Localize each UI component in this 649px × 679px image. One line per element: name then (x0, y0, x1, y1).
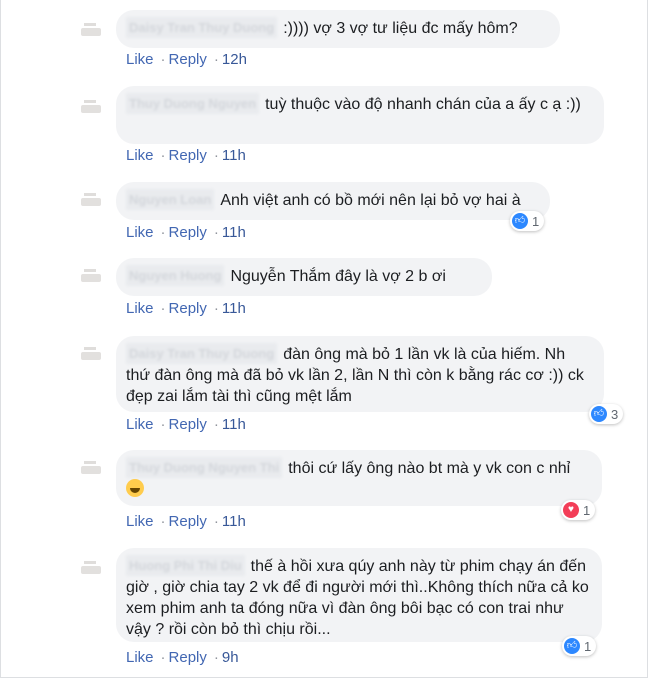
reply-button[interactable]: Reply (169, 51, 207, 68)
comment-text: Nguyễn Thắm đây là vợ 2 b ơi (230, 268, 446, 285)
comment-bubble: Nguyen Huong Nguyễn Thắm đây là vợ 2 b ơi (116, 258, 492, 296)
reply-button[interactable]: Reply (169, 147, 207, 164)
like-icon: 👍︎ (591, 406, 607, 422)
comment-text: tuỳ thuộc vào độ nhanh chán của a ấy c ạ… (265, 96, 581, 113)
separator: · (160, 513, 166, 530)
separator: · (160, 147, 166, 164)
reply-button[interactable]: Reply (169, 300, 207, 317)
reply-button[interactable]: Reply (169, 513, 207, 530)
avatar[interactable] (76, 18, 106, 48)
separator: · (213, 147, 219, 164)
comment-text: :)))) vợ 3 vợ tư liệu đc mấy hôm? (283, 20, 518, 37)
comment-actions: Like · Reply · 11h (126, 224, 250, 241)
reply-button[interactable]: Reply (169, 416, 207, 433)
separator: · (160, 300, 166, 317)
separator: · (213, 224, 219, 241)
comment-timestamp[interactable]: 11h (222, 513, 246, 530)
comment-actions: Like · Reply · 12h (126, 51, 251, 68)
comment-text: Anh việt anh có bồ mới nên lại bỏ vợ hai… (220, 192, 521, 209)
comment-text: thôi cứ lấy ông nào bt mà y vk con c nhỉ (288, 460, 571, 477)
avatar[interactable] (76, 342, 106, 372)
avatar[interactable] (76, 456, 106, 486)
comment-timestamp[interactable]: 11h (222, 147, 246, 164)
comment-bubble: Daisy Tran Thuy Duong :)))) vợ 3 vợ tư li… (116, 10, 560, 48)
comment-bubble: Thuy Duong Nguyen tuỳ thuộc vào độ nhanh … (116, 86, 604, 144)
separator: · (213, 649, 219, 666)
comment-bubble: Nguyen Loan Anh việt anh có bồ mới nên lạ… (116, 182, 550, 220)
comment-author[interactable]: Nguyen Loan (126, 189, 215, 210)
comment-timestamp[interactable]: 11h (222, 224, 246, 241)
like-button[interactable]: Like (126, 224, 154, 241)
comment-actions: Like · Reply · 9h (126, 649, 243, 666)
comment-timestamp[interactable]: 9h (222, 649, 239, 666)
reply-button[interactable]: Reply (169, 649, 207, 666)
reaction-summary[interactable]: 👍︎ 3 (589, 404, 624, 424)
like-button[interactable]: Like (126, 147, 154, 164)
like-button[interactable]: Like (126, 300, 154, 317)
separator: · (160, 649, 166, 666)
separator: · (213, 513, 219, 530)
comment-timestamp[interactable]: 12h (222, 51, 247, 68)
comment-timestamp[interactable]: 11h (222, 416, 246, 433)
avatar[interactable] (76, 188, 106, 218)
love-icon: ♥ (563, 502, 579, 518)
comment-author[interactable]: Nguyen Huong (126, 265, 225, 286)
avatar[interactable] (76, 95, 106, 125)
reply-button[interactable]: Reply (169, 224, 207, 241)
comment-author[interactable]: Daisy Tran Thuy Duong (126, 17, 278, 38)
separator: · (160, 224, 166, 241)
comment-author[interactable]: Thuy Duong Nguyen (126, 93, 260, 114)
comment-actions: Like · Reply · 11h (126, 513, 250, 530)
comment-actions: Like · Reply · 11h (126, 416, 250, 433)
comment-author[interactable]: Daisy Tran Thuy Duong (126, 343, 278, 364)
separator: · (160, 51, 166, 68)
like-icon: 👍︎ (512, 213, 528, 229)
separator: · (213, 51, 219, 68)
reaction-count: 1 (532, 213, 540, 229)
comment-timestamp[interactable]: 11h (222, 300, 246, 317)
like-button[interactable]: Like (126, 51, 154, 68)
reaction-summary[interactable]: 👍︎ 1 (562, 636, 597, 656)
comment-bubble: Thuy Duong Nguyen Thi thôi cứ lấy ông nào… (116, 450, 602, 506)
like-button[interactable]: Like (126, 513, 154, 530)
avatar[interactable] (76, 264, 106, 294)
avatar[interactable] (76, 556, 106, 586)
separator: · (213, 300, 219, 317)
reaction-summary[interactable]: ♥ 1 (561, 500, 596, 520)
comment-actions: Like · Reply · 11h (126, 147, 250, 164)
comment-author[interactable]: Huong Phi Thi Diu (126, 555, 245, 576)
reaction-count: 1 (583, 502, 591, 518)
reaction-summary[interactable]: 👍︎ 1 (510, 211, 545, 231)
reaction-count: 1 (584, 638, 592, 654)
separator: · (160, 416, 166, 433)
like-button[interactable]: Like (126, 416, 154, 433)
laughing-tears-emoji (126, 479, 144, 497)
comment-author[interactable]: Thuy Duong Nguyen Thi (126, 457, 283, 478)
comment-actions: Like · Reply · 11h (126, 300, 250, 317)
separator: · (213, 416, 219, 433)
reaction-count: 3 (611, 406, 619, 422)
like-button[interactable]: Like (126, 649, 154, 666)
like-icon: 👍︎ (564, 638, 580, 654)
comment-bubble: Daisy Tran Thuy Duong đàn ông mà bỏ 1 lần… (116, 336, 604, 412)
comment-bubble: Huong Phi Thi Diu thế à hồi xưa qúy anh n… (116, 548, 602, 642)
